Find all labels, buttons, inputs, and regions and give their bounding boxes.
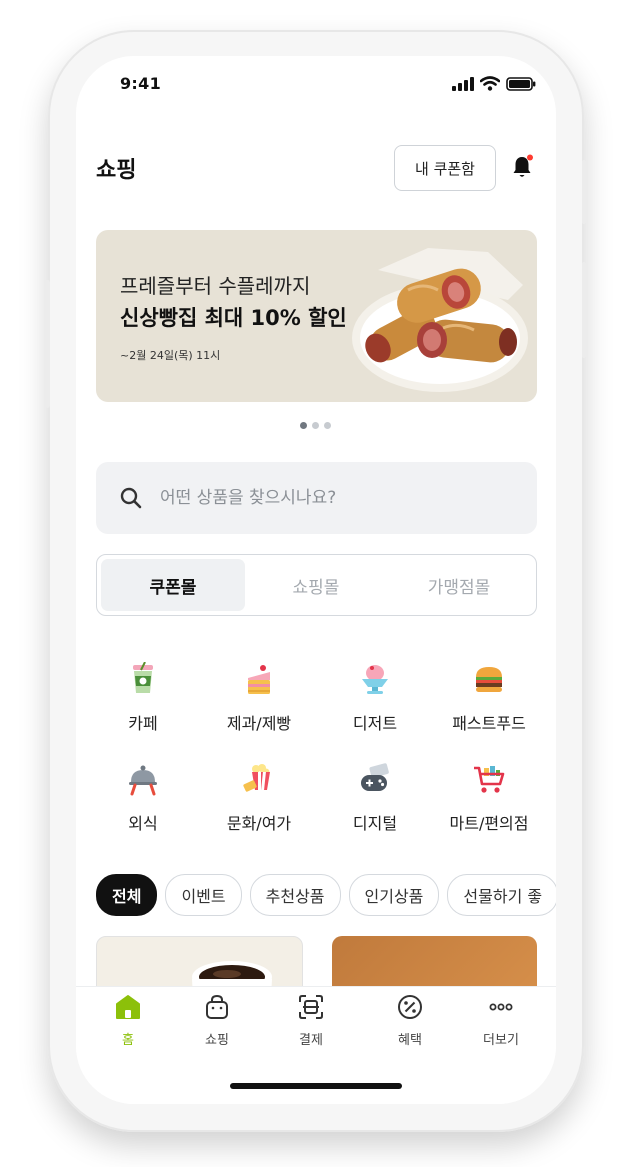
nav-home[interactable]: 홈	[88, 993, 168, 1048]
category-label: 마트/편의점	[449, 814, 529, 833]
home-indicator[interactable]	[230, 1083, 402, 1089]
promo-banner[interactable]: 프레즐부터 수플레까지 신상빵집 최대 10% 할인 ~2월 24일(목) 11…	[96, 230, 537, 402]
category-label: 외식	[128, 814, 158, 833]
nav-label: 혜택	[398, 1033, 422, 1048]
category-digital[interactable]: 디지털	[320, 762, 430, 834]
nav-label: 더보기	[483, 1033, 519, 1048]
popcorn-icon	[243, 764, 270, 792]
more-dots-icon	[489, 1003, 513, 1011]
home-icon	[116, 995, 140, 1019]
notification-bell-icon[interactable]	[510, 154, 534, 180]
category-culture[interactable]: 문화/여가	[204, 762, 314, 834]
category-fastfood[interactable]: 패스트푸드	[434, 662, 544, 734]
chip-popular[interactable]: 인기상품	[348, 874, 440, 916]
banner-pagination[interactable]	[300, 422, 331, 429]
pagination-dot[interactable]	[312, 422, 319, 429]
burger-icon	[476, 667, 502, 692]
category-bakery[interactable]: 제과/제빵	[204, 662, 314, 734]
my-coupons-button[interactable]: 내 쿠폰함	[394, 145, 496, 191]
cake-icon	[248, 665, 270, 694]
shopping-cart-icon	[474, 766, 505, 793]
game-controller-icon	[361, 763, 389, 791]
category-dessert[interactable]: 디저트	[320, 662, 430, 734]
chip-events[interactable]: 이벤트	[165, 874, 242, 916]
wifi-icon	[480, 76, 500, 91]
nav-label: 홈	[122, 1033, 134, 1048]
battery-icon	[506, 76, 536, 91]
page-title: 쇼핑	[96, 158, 137, 183]
category-cafe[interactable]: 카페	[88, 662, 198, 734]
category-label: 디저트	[352, 714, 398, 733]
chip-recommended[interactable]: 추천상품	[249, 874, 341, 916]
category-dining[interactable]: 외식	[88, 762, 198, 834]
category-label: 문화/여가	[226, 814, 292, 833]
status-icons	[452, 76, 536, 91]
nav-payment[interactable]: 결제	[271, 993, 351, 1048]
category-mart[interactable]: 마트/편의점	[434, 762, 544, 834]
segment-shopping-mall[interactable]: 쇼핑몰	[244, 559, 388, 611]
segment-franchise-mall[interactable]: 가맹점몰	[387, 559, 531, 611]
phone-side-button-left	[45, 280, 50, 408]
signal-icon	[452, 76, 474, 91]
segment-coupon-mall[interactable]: 쿠폰몰	[101, 559, 245, 611]
phone-side-button-right-bottom	[582, 262, 586, 358]
pagination-dot[interactable]	[324, 422, 331, 429]
shaved-ice-icon	[362, 665, 388, 694]
search-bar[interactable]	[96, 462, 537, 534]
banner-title: 신상빵집 최대 10% 할인	[120, 306, 347, 330]
scan-pay-icon	[299, 995, 323, 1019]
nav-label: 쇼핑	[205, 1033, 229, 1048]
dining-icon	[129, 765, 157, 796]
cafe-cup-icon	[133, 662, 153, 693]
nav-benefits[interactable]: 혜택	[370, 993, 450, 1048]
pretzel-sausage-image	[352, 248, 528, 392]
search-icon	[120, 487, 142, 509]
status-time: 9:41	[120, 74, 161, 93]
pagination-dot-active[interactable]	[300, 422, 307, 429]
banner-date: ~2월 24일(목) 11시	[120, 349, 221, 362]
filter-chip-row: 전체 이벤트 추천상품 인기상품 선물하기 좋	[96, 874, 556, 916]
app-screen: 9:41 쇼핑 내 쿠폰함 프레즐부터 수플레까지 신상빵집 최대 10% 할인…	[76, 56, 556, 1104]
nav-shopping[interactable]: 쇼핑	[177, 993, 257, 1048]
search-input[interactable]	[158, 487, 492, 509]
percent-badge-icon	[398, 995, 422, 1019]
category-label: 카페	[128, 714, 158, 733]
banner-subtitle: 프레즐부터 수플레까지	[120, 274, 311, 298]
nav-more[interactable]: 더보기	[461, 993, 541, 1048]
chip-all[interactable]: 전체	[96, 874, 158, 916]
category-label: 패스트푸드	[452, 714, 526, 733]
phone-side-button-right-top	[582, 160, 586, 224]
mall-segmented-control: 쿠폰몰 쇼핑몰 가맹점몰	[96, 554, 537, 616]
notification-dot	[527, 154, 533, 161]
shopping-bag-icon	[206, 994, 228, 1019]
category-label: 디지털	[352, 814, 398, 833]
chip-gift[interactable]: 선물하기 좋	[447, 874, 556, 916]
category-label: 제과/제빵	[226, 714, 292, 733]
nav-label: 결제	[299, 1033, 323, 1048]
